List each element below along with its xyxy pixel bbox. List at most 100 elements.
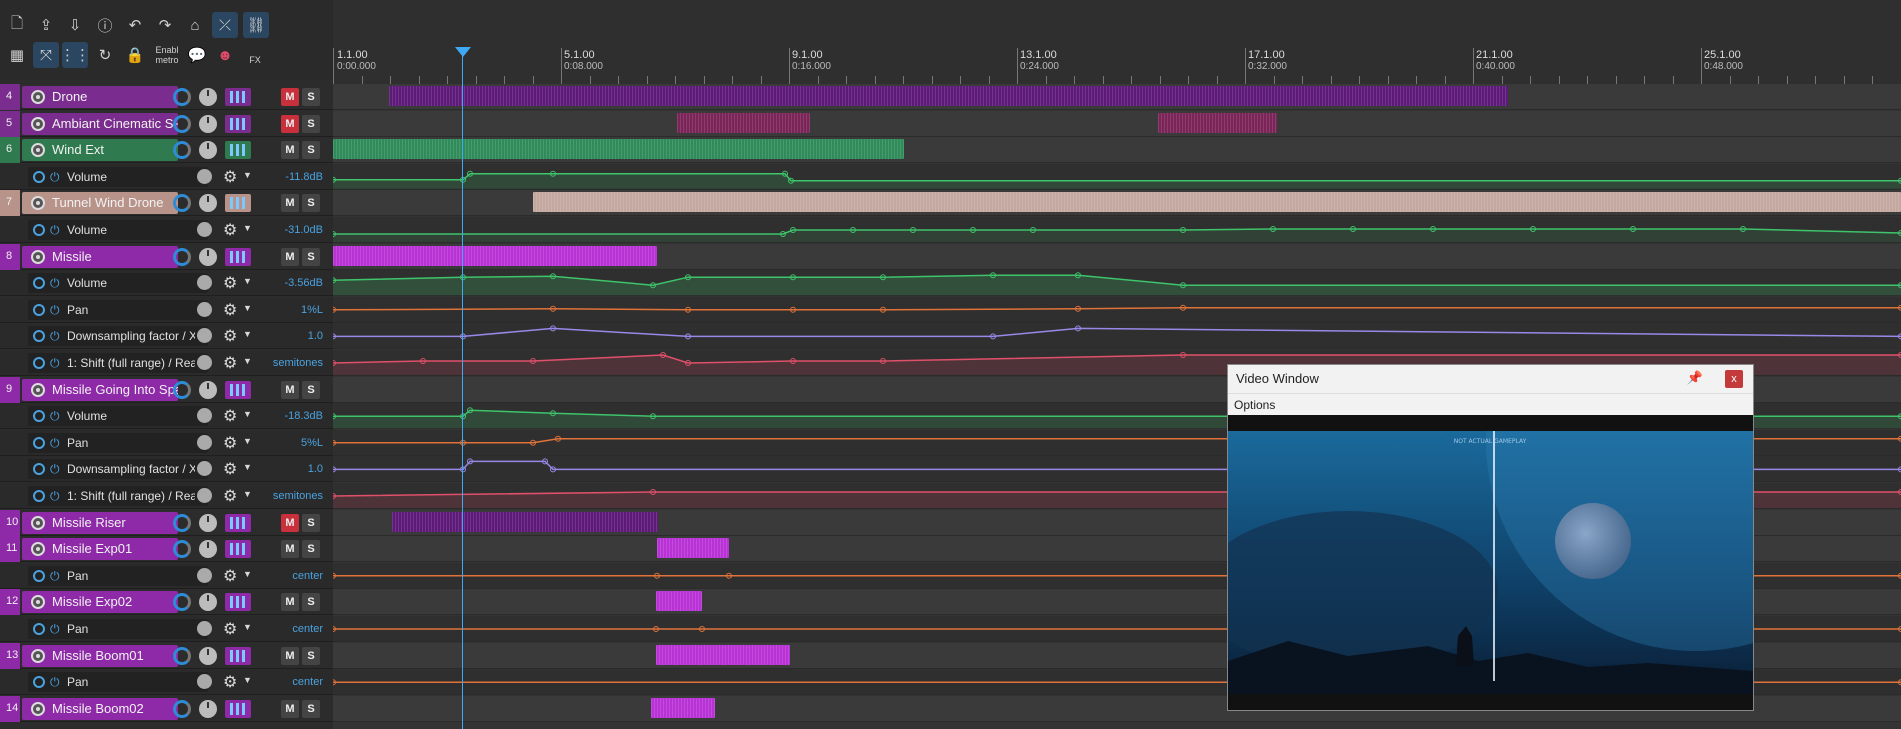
volume-knob[interactable]	[199, 114, 217, 133]
pan-knob[interactable]	[173, 593, 191, 612]
envelope-knob[interactable]	[197, 168, 212, 184]
video-window[interactable]: Video Window 📌 x Options NOT ACTUAL GAME…	[1227, 364, 1754, 711]
link-icon[interactable]: ⛓	[243, 12, 269, 38]
power-icon[interactable]: ⏻	[50, 569, 60, 584]
chevron-down-icon[interactable]: ▼	[243, 489, 252, 499]
chevron-down-icon[interactable]: ▼	[243, 170, 252, 180]
power-icon[interactable]: ⏻	[50, 170, 60, 185]
gear-icon[interactable]: ⚙	[223, 672, 237, 692]
chevron-down-icon[interactable]: ▼	[243, 329, 252, 339]
lock-icon[interactable]: 🔒	[122, 42, 148, 68]
track-name[interactable]: Ambiant Cinematic SF	[22, 112, 178, 135]
pan-knob[interactable]	[173, 513, 191, 532]
envelope-lane-header[interactable]: ⏻ Pan ⚙ ▼ 5%L	[0, 429, 333, 456]
record-arm-icon[interactable]	[31, 382, 45, 397]
power-icon[interactable]: ⏻	[50, 409, 60, 424]
envelope-arm-icon[interactable]	[33, 170, 45, 183]
grid-view-icon[interactable]: ▦	[4, 42, 30, 68]
mute-button[interactable]: M	[281, 540, 299, 559]
volume-knob[interactable]	[199, 699, 217, 718]
envelope-lane-header[interactable]: ⏻ Pan ⚙ ▼ center	[0, 669, 333, 696]
power-icon[interactable]: ⏻	[50, 223, 60, 238]
track-header[interactable]: 12 Missile Exp02 M S	[0, 589, 333, 616]
record-arm-icon[interactable]	[31, 648, 45, 663]
envelope-knob[interactable]	[197, 567, 212, 583]
gear-icon[interactable]: ⚙	[223, 566, 237, 586]
gear-icon[interactable]: ⚙	[223, 220, 237, 240]
power-icon[interactable]: ⏻	[50, 436, 60, 451]
mute-button[interactable]: M	[281, 646, 299, 665]
loop-icon[interactable]: ↻	[92, 42, 118, 68]
devil-icon[interactable]: ☻	[212, 42, 238, 68]
envelope-knob[interactable]	[197, 222, 212, 237]
envelope-lane-header[interactable]: ⏻ Volume ⚙ ▼ -31.0dB	[0, 217, 333, 243]
envelope-lane-header[interactable]: ⏻ Volume ⚙ ▼ -18.3dB	[0, 403, 333, 430]
power-icon[interactable]: ⏻	[50, 276, 60, 291]
track-name[interactable]: Missile Going Into Space	[22, 378, 178, 401]
envelope-knob[interactable]	[197, 434, 212, 450]
mute-button[interactable]: M	[281, 513, 299, 532]
undo-icon[interactable]: ↶	[122, 12, 148, 38]
solo-button[interactable]: S	[302, 513, 320, 532]
track-name[interactable]: Missile	[22, 245, 178, 268]
envelope-knob[interactable]	[197, 621, 212, 636]
volume-knob[interactable]	[199, 513, 217, 532]
mute-button[interactable]: M	[281, 88, 299, 106]
solo-button[interactable]: S	[302, 593, 320, 612]
mute-button[interactable]: M	[281, 114, 299, 133]
envelope-knob[interactable]	[197, 355, 212, 370]
mute-button[interactable]: M	[281, 194, 299, 213]
mute-button[interactable]: M	[281, 699, 299, 718]
metronome-settings-icon[interactable]: ⌂	[182, 12, 208, 38]
gear-icon[interactable]: ⚙	[223, 406, 237, 426]
volume-knob[interactable]	[199, 88, 217, 106]
track-name[interactable]: Missile Exp02	[22, 591, 178, 614]
solo-button[interactable]: S	[302, 141, 320, 160]
track-header[interactable]: 9Missile Going Into Space MS	[0, 376, 333, 403]
track-header[interactable]: 10 Missile Riser M S	[0, 509, 333, 536]
pan-knob[interactable]	[173, 699, 191, 718]
pin-icon[interactable]: 📌	[1687, 370, 1703, 386]
envelope-knob[interactable]	[197, 461, 212, 477]
envelope-arm-icon[interactable]	[33, 224, 45, 236]
envelope-knob[interactable]	[197, 275, 212, 291]
pan-knob[interactable]	[173, 141, 191, 160]
envelope-arm-icon[interactable]	[33, 569, 45, 582]
track-header[interactable]: 5 Ambiant Cinematic SF M S	[0, 110, 333, 137]
record-arm-icon[interactable]	[31, 116, 45, 131]
solo-button[interactable]: S	[302, 194, 320, 213]
track-header[interactable]: 4 Drone M S	[0, 84, 333, 110]
track-name[interactable]: Drone	[22, 86, 178, 108]
track-name[interactable]: Wind Ext	[22, 139, 178, 162]
ripple-edit-icon[interactable]: ⤫	[212, 12, 238, 38]
volume-knob[interactable]	[199, 141, 217, 160]
mute-button[interactable]: M	[281, 247, 299, 266]
gear-icon[interactable]: ⚙	[223, 167, 237, 187]
gear-icon[interactable]: ⚙	[223, 300, 237, 320]
volume-knob[interactable]	[199, 646, 217, 665]
envelope-line[interactable]	[333, 307, 1901, 311]
pan-knob[interactable]	[173, 194, 191, 213]
chevron-down-icon[interactable]: ▼	[243, 569, 252, 579]
chevron-down-icon[interactable]: ▼	[243, 622, 252, 632]
track-header[interactable]: 11 Missile Exp01 M S	[0, 536, 333, 563]
close-button[interactable]: x	[1725, 370, 1743, 388]
fx-bypass-button[interactable]: FX	[242, 42, 268, 68]
pan-knob[interactable]	[173, 114, 191, 133]
track-header[interactable]: 14 Missile Boom02 M S	[0, 695, 333, 722]
envelope-arm-icon[interactable]	[33, 303, 45, 316]
envelope-line[interactable]	[333, 327, 1901, 338]
new-project-icon[interactable]: 🗋	[4, 12, 30, 38]
snap-grid-icon[interactable]: ⋮⋮	[60, 42, 90, 68]
envelope-lane-header[interactable]: ⏻ Pan ⚙ ▼ center	[0, 616, 333, 642]
envelope-lane-header[interactable]: ⏻ Pan ⚙ ▼ 1%L	[0, 296, 333, 323]
video-window-title[interactable]: Video Window	[1228, 365, 1753, 393]
envelope-lane-header[interactable]: ⏻ 1: Shift (full range) / Rea ⚙ ▼ semitones	[0, 483, 333, 509]
record-arm-icon[interactable]	[31, 701, 45, 716]
chevron-down-icon[interactable]: ▼	[243, 436, 252, 446]
pan-knob[interactable]	[173, 646, 191, 665]
envelope-arm-icon[interactable]	[33, 436, 45, 449]
track-name[interactable]: Missile Boom01	[22, 644, 178, 667]
solo-button[interactable]: S	[302, 380, 320, 399]
cursor-marker-icon[interactable]	[454, 46, 472, 58]
